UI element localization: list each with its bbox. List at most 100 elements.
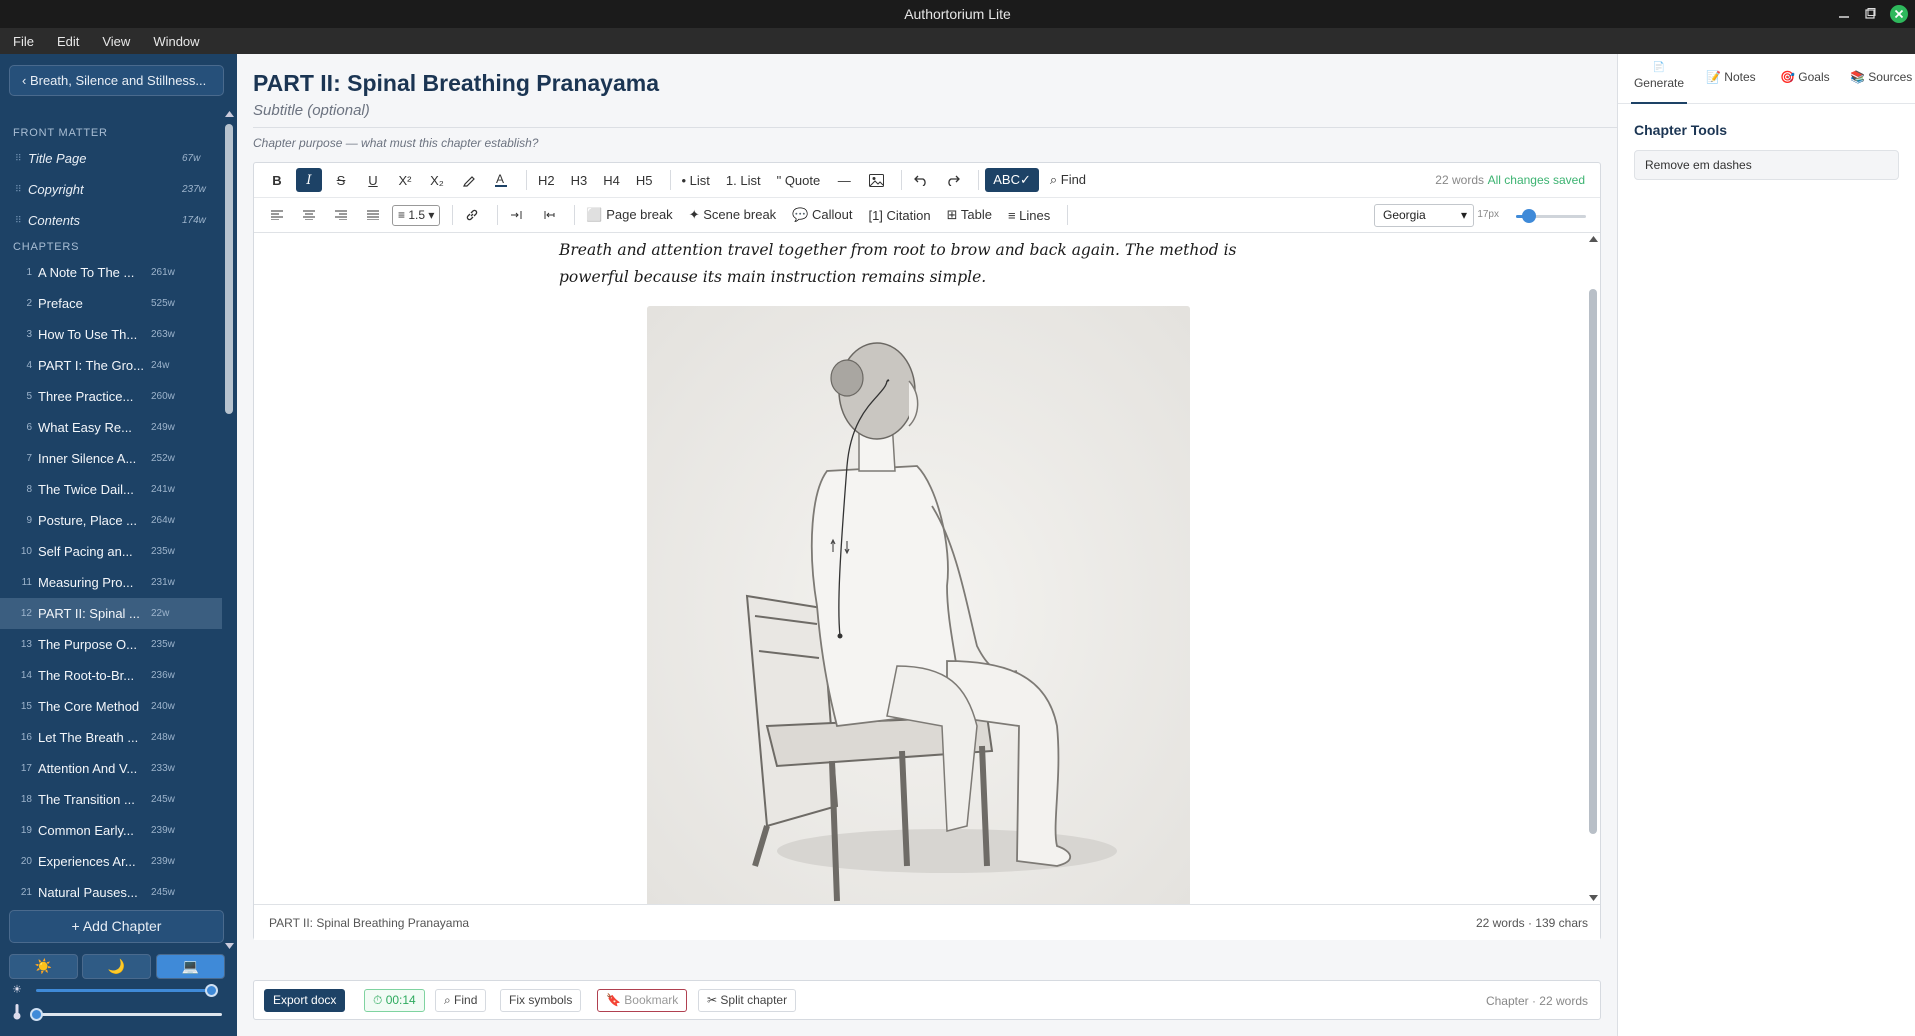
menu-file[interactable]: File: [3, 34, 41, 49]
body-paragraph[interactable]: Breath and attention travel together fro…: [559, 237, 1279, 291]
align-right-button[interactable]: [328, 203, 354, 227]
callout-button[interactable]: 💬 Callout: [787, 203, 857, 227]
chapter-item[interactable]: 10 Self Pacing an... 235w: [0, 536, 222, 567]
export-docx-button[interactable]: Export docx: [264, 989, 346, 1012]
drag-handle-icon[interactable]: ⠿: [15, 184, 28, 195]
align-center-button[interactable]: [296, 203, 322, 227]
chapter-item[interactable]: 15 The Core Method 240w: [0, 691, 222, 722]
meditation-illustration[interactable]: [647, 306, 1190, 904]
chapter-item[interactable]: 13 The Purpose O... 235w: [0, 629, 222, 660]
chapter-item[interactable]: 21 Natural Pauses... 245w: [0, 877, 222, 908]
menu-edit[interactable]: Edit: [47, 34, 86, 49]
dark-theme-button[interactable]: 🌙: [82, 954, 151, 979]
tab-goals[interactable]: 🎯 Goals: [1780, 70, 1830, 84]
fix-symbols-button[interactable]: Fix symbols: [500, 989, 582, 1012]
tab-notes[interactable]: 📝 Notes: [1706, 70, 1756, 84]
heading-4-button[interactable]: H4: [598, 168, 625, 192]
find-button[interactable]: ⌕ Find: [1045, 168, 1091, 192]
maximize-icon[interactable]: [1864, 0, 1876, 28]
chapter-item[interactable]: 18 The Transition ... 245w: [0, 784, 222, 815]
undo-button[interactable]: [908, 168, 934, 192]
light-theme-button[interactable]: ☀️: [9, 954, 78, 979]
line-height-select[interactable]: ≡ 1.5 ▾: [392, 204, 441, 226]
brightness-slider[interactable]: [36, 984, 218, 997]
back-to-book-button[interactable]: ‹ Breath, Silence and Stillness...: [9, 65, 224, 96]
redo-button[interactable]: [940, 168, 966, 192]
text-color-button[interactable]: A: [488, 168, 514, 192]
find-button-bottom[interactable]: ⌕ Find: [435, 989, 487, 1012]
warmth-slider-knob[interactable]: [30, 1008, 43, 1021]
session-timer[interactable]: ⏱ 00:14: [364, 989, 425, 1012]
underline-button[interactable]: U: [360, 168, 386, 192]
chapter-item[interactable]: 2 Preface 525w: [0, 288, 222, 319]
outdent-button[interactable]: [536, 203, 562, 227]
scene-break-button[interactable]: ✦ Scene break: [684, 203, 782, 227]
insert-image-button[interactable]: [863, 168, 889, 192]
page-break-button[interactable]: ⬜ Page break: [581, 203, 677, 227]
quote-button[interactable]: " Quote: [772, 168, 826, 192]
italic-button[interactable]: I: [296, 168, 322, 192]
chapter-item[interactable]: 3 How To Use Th... 263w: [0, 319, 222, 350]
scroll-down-icon[interactable]: [1589, 894, 1598, 901]
chapter-item[interactable]: 8 The Twice Dail... 241w: [0, 474, 222, 505]
editor-scrollbar[interactable]: [1586, 234, 1600, 904]
chapter-item[interactable]: 9 Posture, Place ... 264w: [0, 505, 222, 536]
front-matter-item[interactable]: ⠿ Copyright 237w: [0, 174, 222, 205]
align-left-button[interactable]: [264, 203, 290, 227]
chapter-item[interactable]: 19 Common Early... 239w: [0, 815, 222, 846]
tab-sources[interactable]: 📚 Sources: [1850, 70, 1912, 84]
superscript-button[interactable]: X²: [392, 168, 418, 192]
highlight-button[interactable]: [456, 168, 482, 192]
heading-3-button[interactable]: H3: [566, 168, 593, 192]
horizontal-rule-button[interactable]: —: [831, 168, 857, 192]
chapter-item[interactable]: 1 A Note To The ... 261w: [0, 257, 222, 288]
menu-view[interactable]: View: [92, 34, 137, 49]
chapter-item[interactable]: 16 Let The Breath ... 248w: [0, 722, 222, 753]
heading-2-button[interactable]: H2: [533, 168, 560, 192]
font-family-select[interactable]: Georgia: [1374, 204, 1474, 227]
bullet-list-button[interactable]: • List: [677, 168, 715, 192]
drag-handle-icon[interactable]: ⠿: [15, 215, 28, 226]
front-matter-item[interactable]: ⠿ Contents 174w: [0, 205, 222, 236]
chapter-item[interactable]: 4 PART I: The Gro... 24w: [0, 350, 222, 381]
indent-button[interactable]: [504, 203, 530, 227]
scroll-up-icon[interactable]: [225, 110, 234, 118]
scroll-down-icon[interactable]: [225, 942, 234, 950]
minimize-icon[interactable]: [1838, 0, 1850, 28]
lines-button[interactable]: ≡ Lines: [1003, 203, 1055, 227]
chapter-item[interactable]: 11 Measuring Pro... 231w: [0, 567, 222, 598]
chapter-item[interactable]: 12 PART II: Spinal ... 22w: [0, 598, 222, 629]
remove-em-dashes-button[interactable]: Remove em dashes: [1634, 150, 1899, 180]
split-chapter-button[interactable]: ✂ Split chapter: [698, 989, 797, 1012]
chapter-title[interactable]: PART II: Spinal Breathing Pranayama: [253, 70, 659, 97]
chapter-purpose-field[interactable]: Chapter purpose — what must this chapter…: [253, 136, 538, 150]
font-size-slider[interactable]: [1516, 209, 1586, 223]
add-chapter-button[interactable]: + Add Chapter: [9, 910, 224, 943]
bookmark-button[interactable]: 🔖 Bookmark: [597, 989, 688, 1012]
warmth-slider[interactable]: [30, 1008, 222, 1021]
chapter-subtitle-field[interactable]: Subtitle (optional): [253, 102, 370, 119]
front-matter-item[interactable]: ⠿ Title Page 67w: [0, 143, 222, 174]
subscript-button[interactable]: X₂: [424, 168, 450, 192]
chapter-item[interactable]: 17 Attention And V... 233w: [0, 753, 222, 784]
chapter-item[interactable]: 7 Inner Silence A... 252w: [0, 443, 222, 474]
sidebar-scroll-thumb[interactable]: [225, 124, 233, 414]
numbered-list-button[interactable]: 1. List: [721, 168, 766, 192]
tab-generate[interactable]: 📄 Generate: [1631, 62, 1687, 104]
citation-button[interactable]: [1] Citation: [863, 203, 935, 227]
bold-button[interactable]: B: [264, 168, 290, 192]
link-button[interactable]: [459, 203, 485, 227]
strikethrough-button[interactable]: S: [328, 168, 354, 192]
editor-content[interactable]: Breath and attention travel together fro…: [254, 234, 1600, 904]
chapter-item[interactable]: 6 What Easy Re... 249w: [0, 412, 222, 443]
heading-5-button[interactable]: H5: [631, 168, 658, 192]
brightness-slider-knob[interactable]: [204, 984, 218, 997]
close-window-button[interactable]: [1890, 0, 1908, 28]
sidebar-scrollbar[interactable]: [223, 110, 235, 955]
drag-handle-icon[interactable]: ⠿: [15, 153, 28, 164]
spellcheck-toggle[interactable]: ABC✓: [985, 168, 1039, 192]
justify-button[interactable]: [360, 203, 386, 227]
chapter-item[interactable]: 20 Experiences Ar... 239w: [0, 846, 222, 877]
scroll-up-icon[interactable]: [1589, 236, 1598, 243]
system-theme-button[interactable]: 💻: [156, 954, 225, 979]
